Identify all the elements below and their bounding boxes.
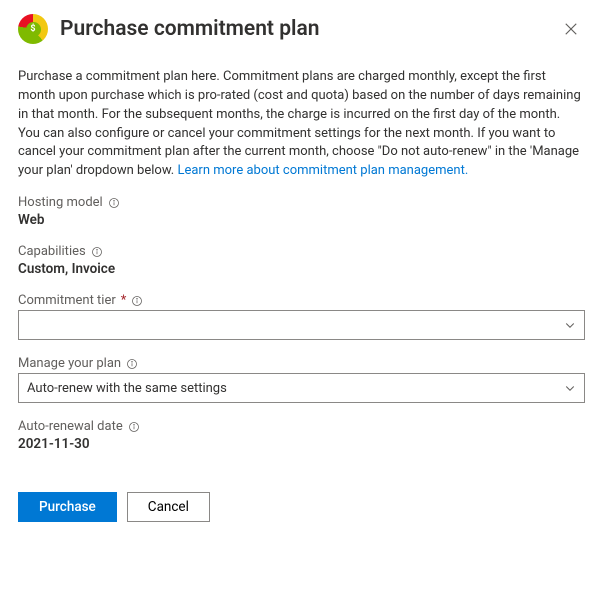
info-icon[interactable] [91,246,103,258]
description-text: Purchase a commitment plan here. Commitm… [18,69,581,178]
close-icon [564,22,578,36]
info-icon[interactable] [131,295,143,307]
manage-plan-select[interactable]: Auto-renew with the same settings [18,373,585,403]
manage-plan-label: Manage your plan [18,356,121,371]
learn-more-link[interactable]: Learn more about commitment plan managem… [177,163,468,178]
info-icon[interactable] [128,421,140,433]
panel-header: $ Purchase commitment plan [18,14,585,44]
info-icon[interactable] [108,197,120,209]
commitment-tier-field: Commitment tier * [18,293,585,340]
description: Purchase a commitment plan here. Commitm… [18,68,585,181]
purchase-commitment-panel: $ Purchase commitment plan Purchase a co… [0,0,603,540]
chevron-down-icon [564,382,576,394]
close-button[interactable] [557,15,585,43]
purchase-button[interactable]: Purchase [18,492,117,522]
footer: Purchase Cancel [18,492,585,522]
hosting-model-label: Hosting model [18,195,103,210]
manage-plan-value: Auto-renew with the same settings [27,381,564,396]
hosting-model-value: Web [18,212,585,228]
capabilities-field: Capabilities Custom, Invoice [18,244,585,277]
capabilities-value: Custom, Invoice [18,261,585,277]
auto-renewal-date-field: Auto-renewal date 2021-11-30 [18,419,585,452]
hosting-model-field: Hosting model Web [18,195,585,228]
chevron-down-icon [564,319,576,331]
auto-renewal-date-value: 2021-11-30 [18,436,585,452]
panel-title: Purchase commitment plan [60,17,557,41]
commitment-tier-select[interactable] [18,310,585,340]
manage-plan-field: Manage your plan Auto-renew with the sam… [18,356,585,403]
plan-icon: $ [18,14,48,44]
capabilities-label: Capabilities [18,244,86,259]
info-icon[interactable] [126,358,138,370]
commitment-tier-label: Commitment tier [18,293,116,308]
required-marker: * [121,293,127,308]
coin-icon: $ [26,22,41,37]
cancel-button[interactable]: Cancel [127,492,210,522]
auto-renewal-date-label: Auto-renewal date [18,419,123,434]
